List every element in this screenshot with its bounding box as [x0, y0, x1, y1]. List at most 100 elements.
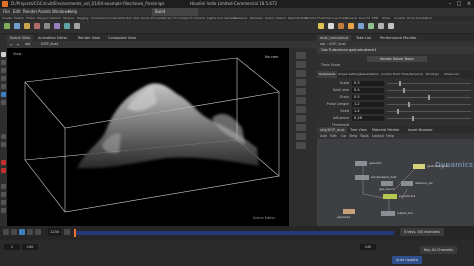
shelf-tab[interactable]: Particle Fluids	[305, 16, 326, 20]
area-light-tool-icon[interactable]	[348, 23, 354, 29]
maximize-icon[interactable]: □	[455, 1, 463, 7]
handle-tool-icon[interactable]	[1, 84, 6, 89]
shelf-tab[interactable]: Wires	[382, 16, 390, 20]
menu-file[interactable]: File	[3, 9, 10, 14]
node-label[interactable]: distance_vel	[415, 181, 432, 185]
shelf-tab[interactable]: Rigging	[77, 16, 88, 20]
key-all-channels-button[interactable]: Key All Channels	[420, 246, 458, 254]
subtab-visualization[interactable]: Visualization	[358, 71, 381, 78]
shelf-tab[interactable]: Rigid Bodies	[288, 16, 307, 20]
ghost-icon[interactable]	[296, 88, 306, 95]
grid-display-icon[interactable]	[296, 115, 306, 122]
home-view-icon[interactable]	[296, 133, 306, 140]
select-tool-icon[interactable]	[1, 52, 6, 57]
slider-knob[interactable]	[399, 81, 402, 86]
scale-tool-icon[interactable]	[1, 76, 6, 81]
sky-light-tool-icon[interactable]	[358, 23, 364, 29]
scene-viewport[interactable]: View No cam Scene Editor	[7, 48, 289, 226]
camera-lock-icon[interactable]	[296, 124, 306, 131]
camera-menu[interactable]: No cam	[265, 55, 278, 59]
display-normals-icon[interactable]	[296, 61, 306, 68]
shelf-tab[interactable]: Texture	[63, 16, 74, 20]
slider-knob[interactable]	[411, 116, 414, 121]
menu-assets[interactable]: Assets	[38, 9, 51, 14]
light-tool-icon[interactable]	[318, 23, 324, 29]
shelf-tab[interactable]: Guide Process	[141, 16, 162, 20]
node-label[interactable]: pyrosolver1	[399, 194, 415, 198]
jump-start-icon[interactable]	[3, 229, 9, 235]
network-editor[interactable]: Dynamics gasvortic gasturbulence1 smokeo…	[317, 139, 474, 226]
shelf-tab[interactable]: Deform	[50, 16, 61, 20]
rotate-tool-icon[interactable]	[1, 68, 6, 73]
param-value-field[interactable]: 0.5	[352, 95, 384, 100]
shelf-tab[interactable]: Vellum	[276, 16, 286, 20]
pose-tool-icon[interactable]	[1, 100, 6, 105]
param-slider[interactable]	[387, 88, 471, 93]
env-light-tool-icon[interactable]	[368, 23, 374, 29]
null-tool-icon[interactable]	[54, 23, 60, 29]
auto-update-button[interactable]: Auto Update	[392, 256, 422, 264]
subtab-turbulence[interactable]: Turbulence	[317, 71, 338, 78]
subtab-bindings[interactable]: Bindings	[424, 71, 441, 78]
step-forward-icon[interactable]	[35, 229, 41, 235]
shelf-tab[interactable]: Modify	[14, 16, 24, 20]
tube-tool-icon[interactable]	[24, 23, 30, 29]
param-slider[interactable]	[387, 102, 471, 107]
snap-grid-icon[interactable]	[1, 142, 6, 147]
menu-edit[interactable]: Edit	[13, 9, 21, 14]
subtab-advanced[interactable]: Advanced	[442, 71, 461, 78]
param-slider[interactable]	[387, 95, 471, 100]
node-label[interactable]: gas_source	[379, 187, 395, 191]
node-label[interactable]: output_sim	[397, 211, 413, 215]
lighting-mode-icon[interactable]	[296, 97, 306, 104]
spot-light-tool-icon[interactable]	[338, 23, 344, 29]
portal-light-tool-icon[interactable]	[378, 23, 384, 29]
snap-tool-icon[interactable]	[1, 134, 6, 139]
forward-arrow-icon[interactable]: →	[16, 42, 19, 47]
shelf-tab[interactable]: Crowds	[394, 16, 405, 20]
torus-tool-icon[interactable]	[34, 23, 40, 29]
menu-render[interactable]: Render	[23, 9, 37, 14]
shelf-tab[interactable]: Oceans	[346, 16, 357, 20]
param-value-field[interactable]: 0.26	[352, 116, 384, 121]
shelf-tab[interactable]: Constraints	[108, 16, 125, 20]
path-obj[interactable]: obj	[25, 42, 30, 46]
node-label[interactable]: gasturbulence1	[427, 164, 449, 168]
view-tool-icon[interactable]	[1, 92, 6, 97]
shelf-tab[interactable]: Terrain FX	[162, 16, 177, 20]
record-alt-icon[interactable]	[1, 168, 6, 173]
play-icon[interactable]	[27, 229, 33, 235]
preset-dropdown[interactable]: Smoke Solver Basic	[367, 56, 427, 62]
param-value-field[interactable]: 1.4	[352, 109, 384, 114]
close-icon[interactable]: ×	[465, 1, 473, 7]
shelf-tab[interactable]: Volume	[194, 16, 205, 20]
param-value-field[interactable]: 0.3	[352, 81, 384, 86]
slider-knob[interactable]	[396, 109, 399, 114]
minimize-icon[interactable]: –	[446, 1, 454, 7]
param-slider[interactable]	[387, 116, 471, 121]
slider-knob[interactable]	[407, 102, 410, 107]
shelf-tab[interactable]: Characters	[91, 16, 107, 20]
desktop-selector[interactable]: Build	[152, 8, 198, 16]
shelf-tab[interactable]: Particles	[250, 16, 263, 20]
current-frame-field[interactable]: 1230	[48, 228, 61, 236]
shelf-tab[interactable]: Viscous Fluids	[326, 16, 347, 20]
path-node[interactable]: DOP_dust	[329, 42, 346, 46]
shelf-tab[interactable]: FEM	[372, 16, 378, 20]
play-reverse-icon[interactable]	[19, 229, 25, 235]
playhead[interactable]	[74, 229, 76, 237]
back-arrow-icon[interactable]: ←	[10, 42, 13, 47]
shelf-tab[interactable]: Drive Simulation	[407, 16, 432, 20]
sphere-tool-icon[interactable]	[14, 23, 20, 29]
shelf-tab[interactable]: Grains	[265, 16, 275, 20]
draw-curve-tool-icon[interactable]	[74, 23, 80, 29]
slider-knob[interactable]	[403, 88, 406, 93]
camera-tool-icon[interactable]	[328, 23, 334, 29]
node-label[interactable]: gasresize	[337, 215, 350, 219]
end-frame-field[interactable]: 240	[22, 244, 38, 250]
shaded-icon[interactable]	[296, 79, 306, 86]
menu-help[interactable]: Help	[68, 9, 77, 14]
param-value-field[interactable]: 1.2	[352, 102, 384, 107]
global-end-field[interactable]: 240	[360, 244, 376, 250]
display-options-icon[interactable]	[1, 184, 6, 189]
